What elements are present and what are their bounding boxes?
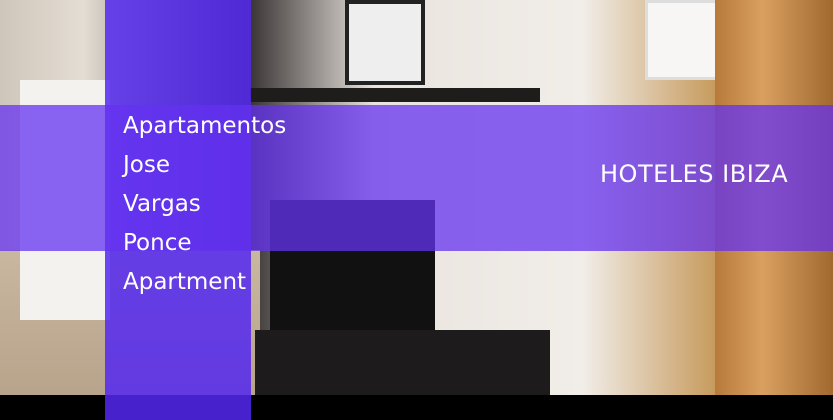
hotel-title: Apartamentos Jose Vargas Ponce Apartment — [123, 107, 286, 302]
tv-unit — [255, 330, 550, 395]
title-line: Apartment — [123, 269, 247, 295]
picture-frame — [345, 0, 425, 85]
title-line: Vargas — [123, 191, 201, 217]
title-line: Apartamentos — [123, 113, 287, 139]
picture-frame — [645, 0, 720, 80]
brand-label: HOTELES IBIZA — [600, 160, 789, 188]
title-line: Jose — [123, 152, 170, 178]
title-line: Ponce — [123, 230, 192, 256]
shelf — [250, 88, 540, 102]
